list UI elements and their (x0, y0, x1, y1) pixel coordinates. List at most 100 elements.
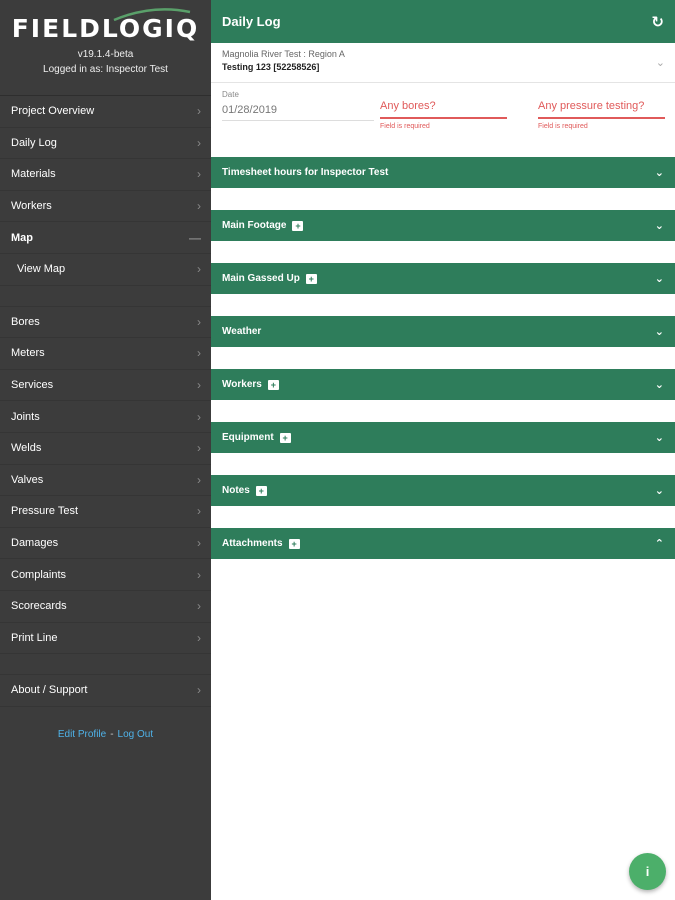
sidebar-item-project-overview[interactable]: Project Overview › (0, 96, 211, 128)
section-title: Weather (222, 326, 262, 337)
sidebar-item-label: Complaints (11, 568, 67, 581)
sidebar-item-complaints[interactable]: Complaints › (0, 559, 211, 591)
sidebar-item-label: Materials (11, 168, 56, 181)
sidebar-item-label: Daily Log (11, 136, 57, 149)
add-icon[interactable]: + (255, 485, 267, 496)
section-main-footage: Main Footage + ⌄ (211, 210, 675, 263)
section-equipment: Equipment + ⌄ (211, 422, 675, 475)
sidebar-footer: Edit Profile - Log Out (0, 729, 211, 740)
section-header-equipment[interactable]: Equipment + ⌄ (211, 422, 675, 453)
sidebar-item-valves[interactable]: Valves › (0, 465, 211, 497)
sidebar-item-label: Valves (11, 473, 44, 486)
section-title: Main Footage (222, 220, 287, 231)
add-icon[interactable]: + (279, 432, 291, 443)
logout-link[interactable]: Log Out (118, 729, 154, 740)
chevron-right-icon: › (197, 167, 201, 182)
nav-group-secondary: Bores › Meters › Services › Joints › Wel… (0, 307, 211, 655)
add-icon[interactable]: + (288, 538, 300, 549)
sidebar-item-about-support[interactable]: About / Support › (0, 675, 211, 707)
edit-profile-link[interactable]: Edit Profile (58, 729, 106, 740)
chevron-right-icon: › (197, 199, 201, 214)
sidebar-item-services[interactable]: Services › (0, 370, 211, 402)
chevron-right-icon: › (197, 683, 201, 698)
pressure-placeholder: Any pressure testing? (538, 100, 665, 119)
section-title: Timesheet hours for Inspector Test (222, 167, 389, 178)
top-app-bar: Daily Log ↻ (211, 0, 675, 43)
sidebar: FIELDLOGIQ v19.1.4-beta Logged in as: In… (0, 0, 211, 900)
section-header-main-gassed-up[interactable]: Main Gassed Up + ⌄ (211, 263, 675, 294)
chevron-right-icon: › (197, 536, 201, 551)
sidebar-item-bores[interactable]: Bores › (0, 307, 211, 339)
collapse-icon: — (189, 230, 201, 245)
chevron-down-icon: ⌄ (654, 432, 664, 444)
chevron-down-icon: ⌄ (654, 273, 664, 285)
chevron-down-icon: ⌄ (654, 379, 664, 391)
chevron-down-icon: ⌄ (654, 485, 664, 497)
sidebar-item-welds[interactable]: Welds › (0, 433, 211, 465)
chevron-right-icon: › (197, 504, 201, 519)
section-header-main-footage[interactable]: Main Footage + ⌄ (211, 210, 675, 241)
sidebar-item-scorecards[interactable]: Scorecards › (0, 591, 211, 623)
sidebar-item-map[interactable]: Map — (0, 222, 211, 254)
chevron-down-icon: ⌄ (654, 220, 664, 232)
sidebar-item-pressure-test[interactable]: Pressure Test › (0, 496, 211, 528)
sidebar-item-print-line[interactable]: Print Line › (0, 623, 211, 655)
sidebar-item-label: Scorecards (11, 600, 67, 613)
pressure-error: Field is required (538, 123, 588, 130)
daily-log-form: Date 01/28/2019 Any bores? Field is requ… (211, 83, 675, 157)
chevron-right-icon: › (197, 104, 201, 119)
chevron-up-icon: ⌃ (654, 538, 664, 550)
sidebar-item-label: Bores (11, 315, 40, 328)
section-main-gassed-up: Main Gassed Up + ⌄ (211, 263, 675, 316)
sidebar-item-damages[interactable]: Damages › (0, 528, 211, 560)
pressure-field[interactable]: Any pressure testing? Field is required (538, 100, 665, 130)
section-title: Attachments (222, 538, 283, 549)
chevron-right-icon: › (197, 409, 201, 424)
project-job: Testing 123 [52258526] (222, 62, 320, 72)
section-header-weather[interactable]: Weather ⌄ (211, 316, 675, 347)
main-content: Daily Log ↻ Magnolia River Test : Region… (211, 0, 675, 900)
sidebar-item-meters[interactable]: Meters › (0, 338, 211, 370)
section-notes: Notes + ⌄ (211, 475, 675, 528)
bores-field[interactable]: Any bores? Field is required (380, 100, 507, 130)
chevron-right-icon: › (197, 346, 201, 361)
sidebar-item-label: About / Support (11, 684, 88, 697)
sidebar-item-workers[interactable]: Workers › (0, 191, 211, 223)
section-title: Main Gassed Up (222, 273, 300, 284)
bores-placeholder: Any bores? (380, 100, 507, 119)
chevron-right-icon: › (197, 314, 201, 329)
sidebar-item-label: Workers (11, 200, 52, 213)
footer-separator: - (110, 728, 114, 740)
section-weather: Weather ⌄ (211, 316, 675, 369)
sidebar-item-view-map[interactable]: View Map › (0, 254, 211, 286)
logo-area: FIELDLOGIQ v19.1.4-beta Logged in as: In… (0, 0, 211, 96)
chevron-down-icon: ⌄ (654, 167, 664, 179)
add-icon[interactable]: + (305, 273, 317, 284)
chevron-right-icon: › (197, 378, 201, 393)
project-select[interactable]: Magnolia River Test : Region A Testing 1… (211, 43, 675, 83)
chevron-right-icon: › (197, 567, 201, 582)
sidebar-item-joints[interactable]: Joints › (0, 401, 211, 433)
date-label: Date (222, 90, 239, 99)
sidebar-item-label: View Map (17, 263, 66, 276)
logged-in-text: Logged in as: Inspector Test (43, 64, 168, 75)
chevron-down-icon: ⌄ (654, 326, 664, 338)
sidebar-item-daily-log[interactable]: Daily Log › (0, 128, 211, 160)
sidebar-item-materials[interactable]: Materials › (0, 159, 211, 191)
sidebar-item-label: Print Line (11, 631, 58, 644)
section-header-timesheet[interactable]: Timesheet hours for Inspector Test ⌄ (211, 157, 675, 188)
add-icon[interactable]: + (267, 379, 279, 390)
section-workers: Workers + ⌄ (211, 369, 675, 422)
sidebar-item-label: Damages (11, 537, 59, 550)
section-header-workers[interactable]: Workers + ⌄ (211, 369, 675, 400)
date-field[interactable]: 01/28/2019 (222, 104, 374, 121)
nav-group-primary: Project Overview › Daily Log › Materials… (0, 96, 211, 286)
refresh-icon[interactable]: ↻ (651, 13, 664, 31)
info-fab-button[interactable]: i (629, 853, 666, 890)
add-icon[interactable]: + (292, 220, 304, 231)
sidebar-item-label: Meters (11, 347, 45, 360)
section-header-attachments[interactable]: Attachments + ⌃ (211, 528, 675, 559)
section-header-notes[interactable]: Notes + ⌄ (211, 475, 675, 506)
section-title: Equipment (222, 432, 274, 443)
fieldlogiq-logo: FIELDLOGIQ (0, 0, 211, 46)
